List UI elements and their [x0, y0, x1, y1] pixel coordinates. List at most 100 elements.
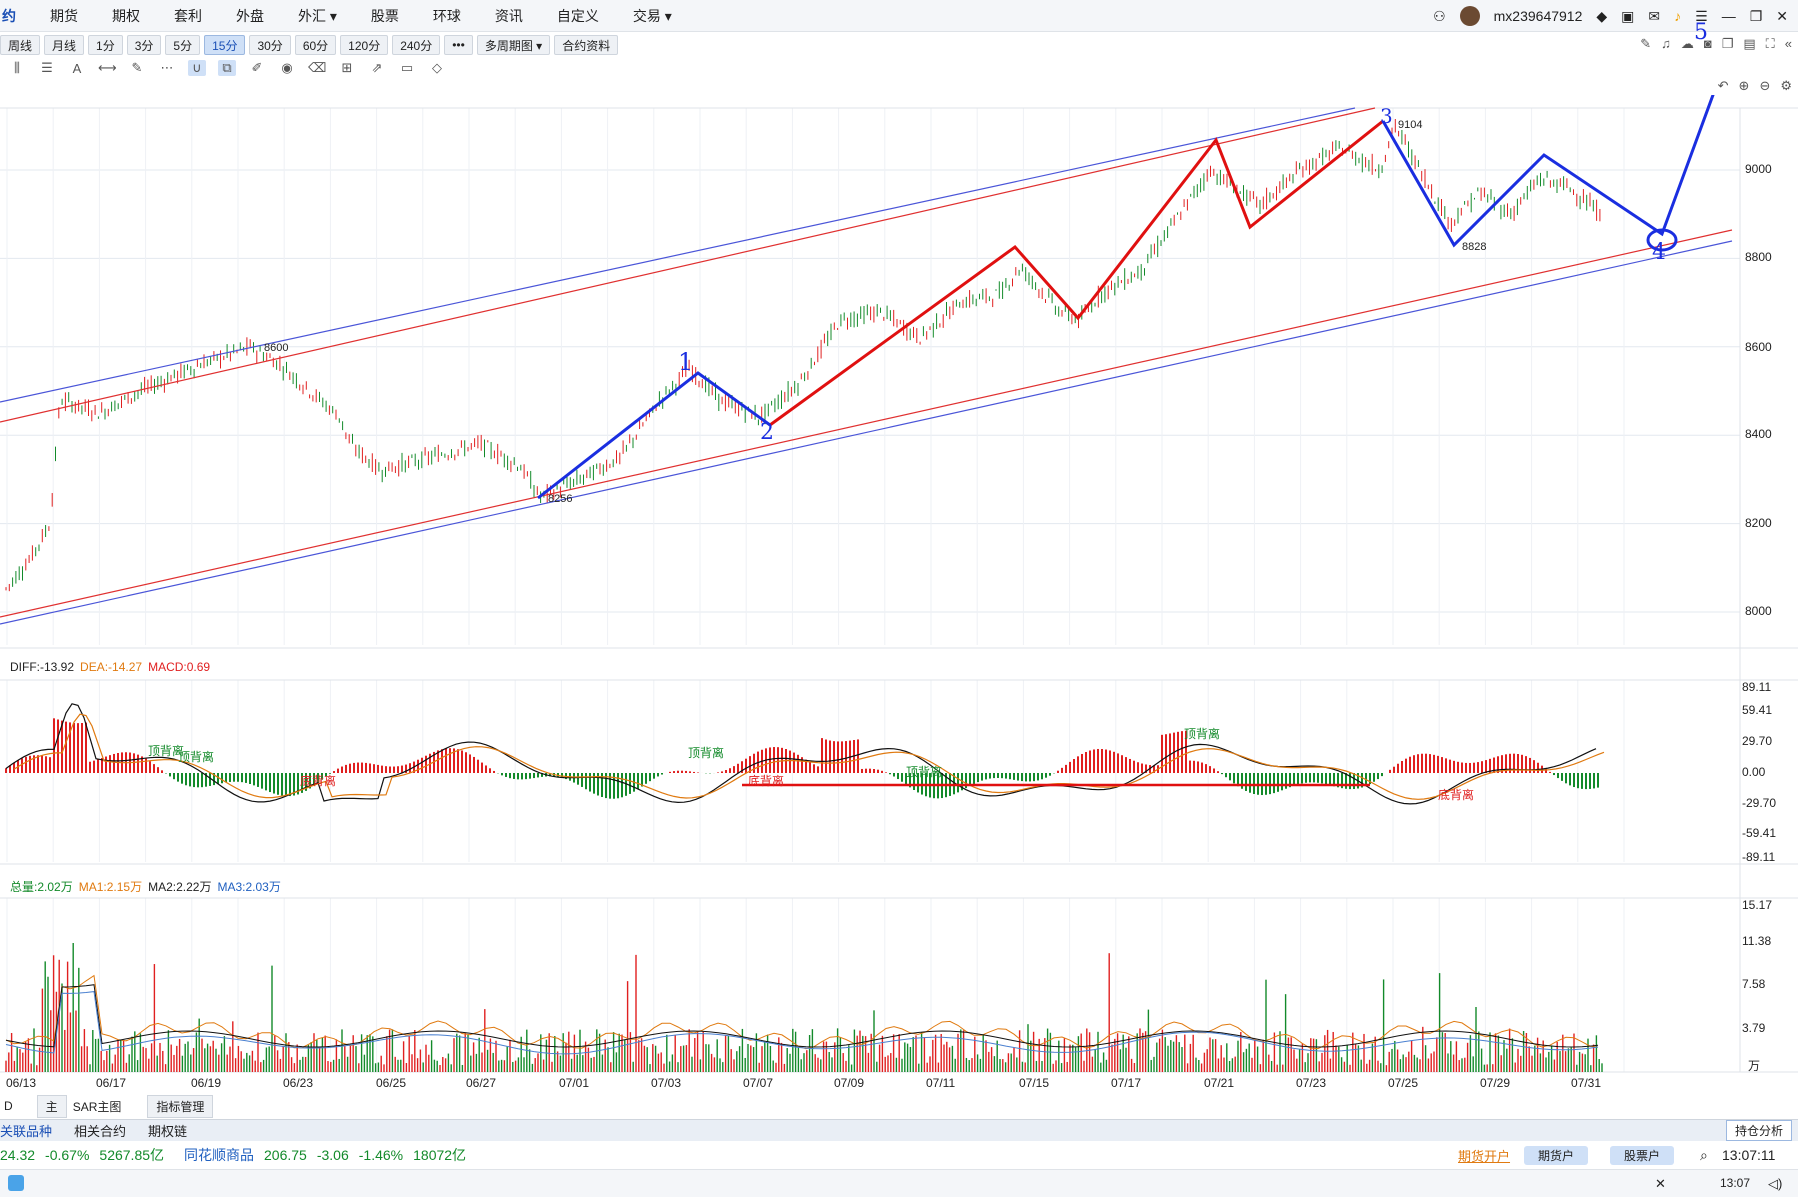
robot-icon[interactable]: ⚇	[1433, 8, 1446, 25]
indicator-icon[interactable]: ☰	[38, 60, 56, 76]
bell-icon[interactable]: ♪	[1674, 8, 1681, 24]
ticker-index-turnover: 18072亿	[413, 1147, 467, 1163]
layers-icon[interactable]: ◆	[1596, 8, 1607, 25]
menu-item-arbitrage[interactable]: 套利	[157, 6, 219, 26]
more-tools-icon[interactable]: ⋯	[158, 60, 176, 76]
magnet-icon[interactable]: ∪	[188, 60, 206, 76]
menu-item-contract[interactable]: 约	[0, 6, 33, 26]
price-tick-8400: 8400	[1745, 427, 1772, 441]
ruler-icon[interactable]: ◇	[428, 60, 446, 76]
date-tick: 07/23	[1296, 1076, 1327, 1090]
cloud-icon[interactable]: ☁	[1681, 36, 1694, 52]
add-icon[interactable]: ⊕	[1739, 78, 1750, 94]
stock-account-button[interactable]: 股票户	[1610, 1145, 1675, 1165]
tab-sar-main[interactable]: SAR主图	[73, 1098, 122, 1115]
period-month[interactable]: 月线	[44, 35, 85, 55]
position-analysis-button[interactable]: 持仓分析	[1725, 1120, 1792, 1141]
menu-item-news[interactable]: 资讯	[478, 6, 540, 26]
futures-account-button[interactable]: 期货户	[1524, 1145, 1589, 1165]
macd-diff-line	[5, 703, 1597, 805]
search-icon[interactable]: ⌕	[1700, 1147, 1708, 1164]
screenshot-icon[interactable]: ▣	[1621, 8, 1634, 25]
period-5min[interactable]: 5分	[165, 35, 201, 55]
period-60min[interactable]: 60分	[294, 35, 337, 55]
macd-header: DIFF:-13.92 DEA:-14.27 MACD:0.69	[10, 660, 210, 674]
alert-icon[interactable]: ♫	[1661, 36, 1671, 52]
brush-icon[interactable]: ✎	[128, 60, 146, 76]
top-menubar: 约 期货 期权 套利 外盘 外汇 ▾ 股票 环球 资讯 自定义 交易 ▾ ⚇ m…	[0, 0, 1798, 32]
tab-main[interactable]: 主	[36, 1094, 67, 1118]
zoom-out-icon[interactable]: ⊖	[1759, 78, 1770, 94]
grid-icon[interactable]: ⊞	[338, 60, 356, 76]
minimize-icon[interactable]: —	[1722, 8, 1736, 24]
eye-icon[interactable]: ◉	[278, 60, 296, 76]
period-30min[interactable]: 30分	[249, 35, 291, 55]
menu-item-custom[interactable]: 自定义	[540, 6, 616, 26]
menu-item-forex[interactable]: 外汇 ▾	[281, 6, 354, 26]
username[interactable]: mx239647912	[1494, 8, 1583, 24]
menu-item-options[interactable]: 期权	[95, 6, 157, 26]
date-tick: 07/11	[926, 1076, 956, 1090]
menu-item-stocks[interactable]: 股票	[354, 6, 416, 26]
menu-item-trade[interactable]: 交易 ▾	[616, 6, 689, 26]
volume-tick-1: 15.17	[1742, 898, 1773, 912]
save-icon[interactable]: ▤	[1743, 36, 1755, 52]
menu-item-global[interactable]: 环球	[416, 6, 478, 26]
menu-item-foreign-market[interactable]: 外盘	[219, 6, 281, 26]
date-tick: 06/23	[283, 1076, 314, 1090]
contract-info-button[interactable]: 合约资料	[554, 35, 619, 55]
delete-icon[interactable]: ⌫	[308, 60, 326, 76]
window-icon[interactable]: ❐	[1722, 36, 1734, 52]
tray-icons[interactable]: ✕	[1655, 1176, 1666, 1192]
related-bar: 关联品种 相关合约 期权链 持仓分析	[0, 1119, 1798, 1141]
settings-icon[interactable]: ⚙	[1780, 78, 1792, 94]
period-15min[interactable]: 15分	[204, 35, 246, 55]
pen-icon[interactable]: ✐	[248, 60, 266, 76]
mail-icon[interactable]: ✉	[1648, 8, 1660, 25]
period-week[interactable]: 周线	[0, 35, 41, 55]
period-1min[interactable]: 1分	[88, 35, 123, 55]
tab-option-chain[interactable]: 期权链	[148, 1121, 209, 1140]
ticker-index-pct: -1.46%	[358, 1147, 404, 1163]
more-periods-button[interactable]: •••	[444, 35, 473, 55]
period-3min[interactable]: 3分	[126, 35, 162, 55]
date-tick: 06/13	[6, 1076, 37, 1090]
ticker-index-value: 206.75	[264, 1147, 307, 1163]
multi-period-dropdown[interactable]: 多周期图 ▾	[476, 35, 551, 55]
undo-icon[interactable]: ↶	[1718, 78, 1729, 94]
export-icon[interactable]: ⇗	[368, 60, 386, 76]
macd-diff-value: DIFF:-13.92	[10, 660, 75, 674]
macd-annotation-bottom-divergence-2: 底背离	[748, 774, 785, 788]
edit-icon[interactable]: ✎	[1640, 36, 1651, 52]
macd-tick-5: -29.70	[1742, 796, 1777, 810]
volume-ma2-line	[5, 984, 1599, 1048]
chart-canvas[interactable]	[0, 95, 1798, 1095]
tab-d[interactable]: D	[0, 1099, 17, 1113]
speaker-icon[interactable]: ◁)	[1768, 1176, 1782, 1192]
ticker-index-name[interactable]: 同花顺商品	[184, 1145, 254, 1165]
avatar[interactable]	[1459, 6, 1480, 26]
bars-icon[interactable]: ⫼	[8, 60, 26, 76]
line-tool-icon[interactable]: ⟷	[98, 60, 117, 76]
restore-icon[interactable]: ❐	[1750, 8, 1763, 25]
menu-item-futures[interactable]: 期货	[33, 6, 95, 26]
taskbar: ✕ 13:07 ◁)	[0, 1169, 1798, 1197]
ticker-index-change: -3.06	[316, 1147, 349, 1163]
tab-related-contracts[interactable]: 相关合约	[74, 1121, 148, 1140]
text-icon[interactable]: A	[68, 61, 86, 76]
period-240min[interactable]: 240分	[392, 35, 441, 55]
collapse-icon[interactable]: «	[1785, 36, 1792, 52]
open-account-link[interactable]: 期货开户	[1458, 1146, 1510, 1165]
copy-icon[interactable]: ⧉	[218, 60, 236, 76]
date-tick: 06/25	[376, 1076, 407, 1090]
menubar-right: ⚇ mx239647912 ◆ ▣ ✉ ♪ ☰ — ❐ ✕	[1433, 0, 1788, 32]
close-icon[interactable]: ✕	[1776, 8, 1788, 25]
period-120min[interactable]: 120分	[340, 35, 389, 55]
channel-lines	[0, 107, 1733, 625]
indicator-manage-button[interactable]: 指标管理	[147, 1094, 214, 1118]
tab-related-varieties[interactable]: 关联品种	[0, 1121, 74, 1140]
fullscreen-icon[interactable]: ⛶	[1766, 36, 1775, 52]
app-icon[interactable]	[8, 1175, 24, 1191]
chart-grid	[0, 107, 1798, 1073]
comment-icon[interactable]: ▭	[398, 60, 416, 76]
